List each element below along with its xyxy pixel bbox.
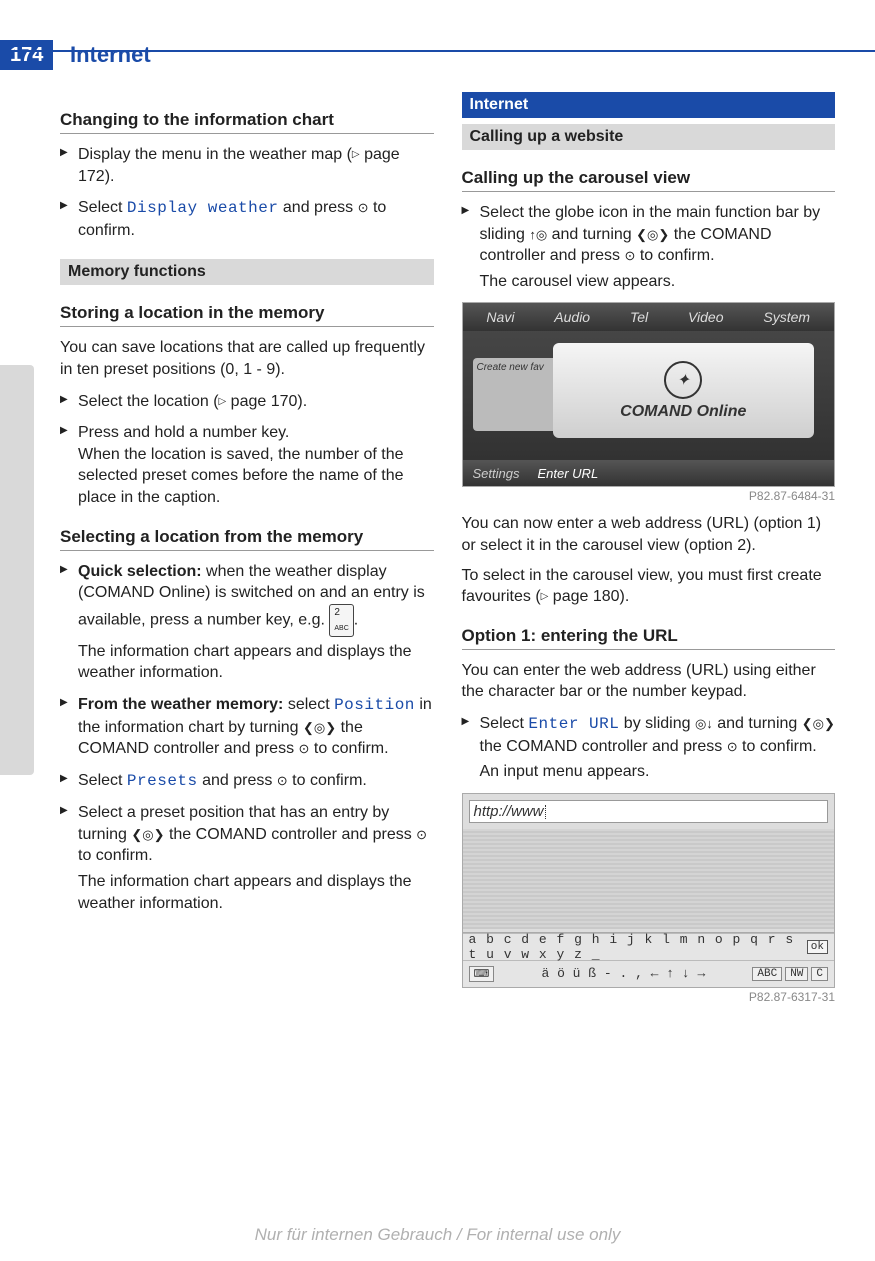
step-select-enter-url: Select Enter URL by sliding ◎↓ and turni…: [462, 713, 836, 783]
mercedes-logo-icon: ✦: [664, 361, 702, 399]
step-quick-selection: Quick selection: when the weather displa…: [60, 561, 434, 684]
char-row-1: a b c d e f g h i j k l m n o p q r s t …: [463, 933, 835, 960]
input-menu-appears: An input menu appears.: [480, 761, 836, 783]
press-icon: ⊙: [624, 248, 635, 263]
press-icon: ⊙: [358, 200, 369, 215]
cmd-display-weather: Display weather: [127, 199, 279, 217]
page-ref-icon: ▷: [352, 149, 360, 160]
cmd-position: Position: [334, 696, 415, 714]
shot1-botmenu: Settings Enter URL: [463, 460, 835, 486]
footer-internal-use: Nur für internen Gebrauch / For internal…: [0, 1225, 875, 1245]
heading-option1-url: Option 1: entering the URL: [462, 626, 836, 650]
heading-selecting-from-memory: Selecting a location from the memory: [60, 527, 434, 551]
step-press-hold-cont: When the location is saved, the number o…: [78, 444, 434, 509]
slide-down-icon: ◎↓: [695, 716, 713, 731]
step-select-globe: Select the globe icon in the main functi…: [462, 202, 836, 292]
caption-1: P82.87-6484-31: [462, 489, 836, 503]
heading-storing-location: Storing a location in the memory: [60, 303, 434, 327]
turn-icon: ❮◎❯: [802, 716, 835, 731]
url-bar: http://www: [469, 800, 829, 823]
step-select-location: Select the location (▷ page 170).: [60, 391, 434, 413]
press-icon: ⊙: [277, 773, 288, 788]
step-press-hold-number: Press and hold a number key. When the lo…: [60, 422, 434, 508]
section-calling-website: Calling up a website: [462, 124, 836, 150]
key-2abc: 2ABC: [329, 604, 353, 637]
carousel-appears: The carousel view appears.: [480, 271, 836, 293]
turn-icon: ❮◎❯: [636, 227, 669, 242]
slide-up-icon: ↑◎: [529, 227, 547, 242]
turn-icon: ❮◎❯: [131, 827, 164, 842]
right-column: Internet Calling up a website Calling up…: [462, 92, 836, 1014]
press-icon: ⊙: [727, 739, 738, 754]
mode-icon: ⌨: [469, 966, 495, 982]
press-icon: ⊙: [416, 827, 427, 842]
para-favourites: To select in the carousel view, you must…: [462, 565, 836, 608]
press-icon: ⊙: [299, 741, 310, 756]
char-row-2: ⌨ ä ö ü ß - . , ← ↑ ↓ → ABC NW C: [463, 960, 835, 987]
step-preset-cont: The information chart appears and displa…: [78, 871, 434, 914]
section-memory-functions: Memory functions: [60, 259, 434, 285]
ok-button-icon: ok: [807, 940, 828, 954]
heading-change-info-chart: Changing to the information chart: [60, 110, 434, 134]
para-option1: You can enter the web address (URL) usin…: [462, 660, 836, 703]
para-store-intro: You can save locations that are called u…: [60, 337, 434, 380]
step-quick-cont: The information chart appears and displa…: [78, 641, 434, 684]
step-select-display-weather: Select Display weather and press ⊙ to co…: [60, 197, 434, 241]
step-select-preset-position: Select a preset position that has an ent…: [60, 802, 434, 914]
header-rule: [0, 20, 875, 52]
caption-2: P82.87-6317-31: [462, 990, 836, 1004]
screenshot-carousel: Navi Audio Tel Video System Create new f…: [462, 302, 836, 487]
screenshot-url-input: http://www a b c d e f g h i j k l m n o…: [462, 793, 836, 988]
step-select-presets: Select Presets and press ⊙ to confirm.: [60, 770, 434, 793]
cmd-enter-url: Enter URL: [528, 715, 619, 733]
para-enter-options: You can now enter a web address (URL) (o…: [462, 513, 836, 556]
shot1-card: ✦ COMAND Online: [553, 343, 815, 438]
section-internet: Internet: [462, 92, 836, 118]
cmd-presets: Presets: [127, 772, 198, 790]
step-from-weather-memory: From the weather memory: select Position…: [60, 694, 434, 760]
shot1-topmenu: Navi Audio Tel Video System: [463, 303, 835, 331]
left-column: Changing to the information chart Displa…: [60, 92, 434, 1014]
side-tab: COMAND Online and Internet: [0, 365, 34, 775]
side-tab-label: COMAND Online and Internet: [0, 365, 6, 765]
heading-carousel-view: Calling up the carousel view: [462, 168, 836, 192]
step-display-menu: Display the menu in the weather map (▷ p…: [60, 144, 434, 187]
shot1-sidecard: Create new fav: [473, 358, 561, 431]
turn-icon: ❮◎❯: [303, 719, 336, 734]
